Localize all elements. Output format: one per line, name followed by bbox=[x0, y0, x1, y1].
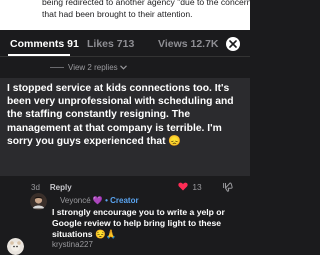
next-comment-author[interactable]: krystina227 bbox=[52, 240, 93, 249]
comment-time: 3d bbox=[31, 183, 40, 192]
comments-tab-bar: Comments 91 Likes 713 Views 12.7K bbox=[0, 30, 250, 57]
comment-meta: 3d Reply bbox=[31, 183, 72, 192]
highlighted-comment[interactable]: I stopped service at kids connections to… bbox=[0, 78, 250, 176]
thread-line bbox=[50, 67, 64, 69]
creator-badge: • Creator bbox=[105, 196, 139, 205]
video-caption-card: being redirected to another agency "due … bbox=[0, 0, 250, 30]
comment-like-count: 13 bbox=[192, 182, 202, 192]
caption-line-1: being redirected to another agency "due … bbox=[42, 0, 250, 7]
reply-author-line: Veyoncé 💜 • Creator bbox=[60, 196, 139, 205]
comment-text: I stopped service at kids connections to… bbox=[7, 83, 234, 147]
tab-views[interactable]: Views 12.7K bbox=[158, 38, 219, 50]
view-replies-link[interactable]: View 2 replies bbox=[50, 63, 127, 72]
reply-text: I strongly encourage you to write a yelp… bbox=[52, 207, 225, 239]
tab-likes[interactable]: Likes 713 bbox=[87, 38, 134, 50]
active-tab-indicator bbox=[8, 54, 70, 56]
comment-reply-button[interactable]: Reply bbox=[50, 183, 72, 192]
view-replies-label: View 2 replies bbox=[68, 63, 118, 72]
heart-icon bbox=[178, 182, 188, 191]
dislike-icon[interactable] bbox=[223, 182, 233, 192]
caption-line-2: that had been brought to their attention… bbox=[42, 9, 193, 19]
close-icon[interactable] bbox=[226, 37, 240, 51]
next-comment-avatar[interactable] bbox=[7, 238, 24, 255]
chevron-down-icon bbox=[119, 63, 127, 72]
tab-comments[interactable]: Comments 91 bbox=[10, 38, 79, 50]
reply-author-name[interactable]: Veyoncé 💜 bbox=[60, 196, 103, 205]
creator-avatar[interactable] bbox=[30, 193, 47, 210]
comment-like-button[interactable]: 13 bbox=[178, 182, 202, 192]
